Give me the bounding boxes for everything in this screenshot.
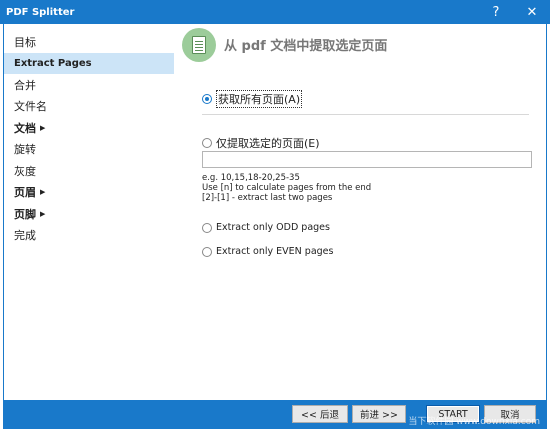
sidebar-item-label: 页眉 [14, 186, 36, 200]
bottom-bar: << 后退 前进 >> START 取消 当下软件园 www.downxia.c… [4, 400, 546, 429]
hint-line: [2]-[1] - extract last two pages [202, 193, 333, 203]
option-even-pages[interactable]: Extract only EVEN pages [202, 246, 333, 257]
radio-checked-icon[interactable] [202, 94, 212, 104]
title-bar: PDF Splitter ? ✕ [0, 0, 550, 24]
close-button[interactable]: ✕ [514, 0, 550, 24]
window-title: PDF Splitter [6, 6, 75, 18]
radio-unchecked-icon[interactable] [202, 138, 212, 148]
option-all-pages-label: 获取所有页面(A) [216, 90, 303, 108]
sidebar: 目标 Extract Pages 合并 文件名 文档 ▶ 旋转 灰度 页眉 ▶ 页脚… [4, 24, 174, 400]
sidebar-item-document[interactable]: 文档 ▶ [4, 117, 174, 139]
page-title: 从 pdf 文档中提取选定页面 [224, 39, 388, 54]
hint-line: Use [n] to calculate pages from the end [202, 183, 372, 193]
wizard-window: 目标 Extract Pages 合并 文件名 文档 ▶ 旋转 灰度 页眉 ▶ 页脚… [3, 24, 547, 429]
next-button[interactable]: 前进 >> [352, 405, 406, 423]
divider [202, 114, 529, 115]
sidebar-item-label: 文件名 [14, 100, 47, 114]
back-button[interactable]: << 后退 [292, 405, 348, 423]
page-range-input[interactable] [202, 151, 532, 168]
sidebar-item-merge[interactable]: 合并 [4, 74, 174, 96]
sidebar-item-label: 旋转 [14, 143, 36, 157]
sidebar-item-label: 文档 [14, 121, 36, 135]
sidebar-item-finish[interactable]: 完成 [4, 225, 174, 247]
sidebar-item-label: 页脚 [14, 207, 36, 221]
option-selected-pages[interactable]: 仅提取选定的页面(E) [202, 135, 320, 151]
option-all-pages[interactable]: 获取所有页面(A) [202, 90, 303, 108]
expand-arrow-icon: ▶ [40, 209, 46, 218]
sidebar-item-extract-pages[interactable]: Extract Pages [4, 52, 174, 74]
radio-unchecked-icon[interactable] [202, 222, 212, 233]
sidebar-item-target[interactable]: 目标 [4, 31, 174, 53]
sidebar-item-label: Extract Pages [14, 57, 92, 69]
sidebar-item-header[interactable]: 页眉 ▶ [4, 182, 174, 204]
radio-unchecked-icon[interactable] [202, 246, 212, 257]
option-odd-pages[interactable]: Extract only ODD pages [202, 222, 330, 233]
document-pages-icon [182, 28, 216, 62]
hint-line: e.g. 10,15,18-20,25-35 [202, 173, 300, 183]
sidebar-item-label: 灰度 [14, 164, 36, 178]
watermark-text: 当下软件园 www.downxia.com [408, 417, 540, 427]
help-button[interactable]: ? [478, 0, 514, 24]
main-content: 从 pdf 文档中提取选定页面 获取所有页面(A) 仅提取选定的页面(E) e.… [174, 24, 546, 400]
sidebar-item-rotate[interactable]: 旋转 [4, 139, 174, 161]
sidebar-item-footer[interactable]: 页脚 ▶ [4, 203, 174, 225]
option-even-pages-label: Extract only EVEN pages [216, 246, 334, 257]
sidebar-item-grayscale[interactable]: 灰度 [4, 160, 174, 182]
option-selected-pages-label: 仅提取选定的页面(E) [216, 137, 320, 150]
sidebar-item-label: 目标 [14, 35, 36, 49]
sidebar-item-label: 完成 [14, 229, 36, 243]
sidebar-item-label: 合并 [14, 78, 36, 92]
expand-arrow-icon: ▶ [40, 188, 46, 197]
expand-arrow-icon: ▶ [40, 123, 46, 132]
option-odd-pages-label: Extract only ODD pages [216, 222, 330, 233]
document-icon [192, 36, 206, 54]
sidebar-item-filename[interactable]: 文件名 [4, 96, 174, 118]
